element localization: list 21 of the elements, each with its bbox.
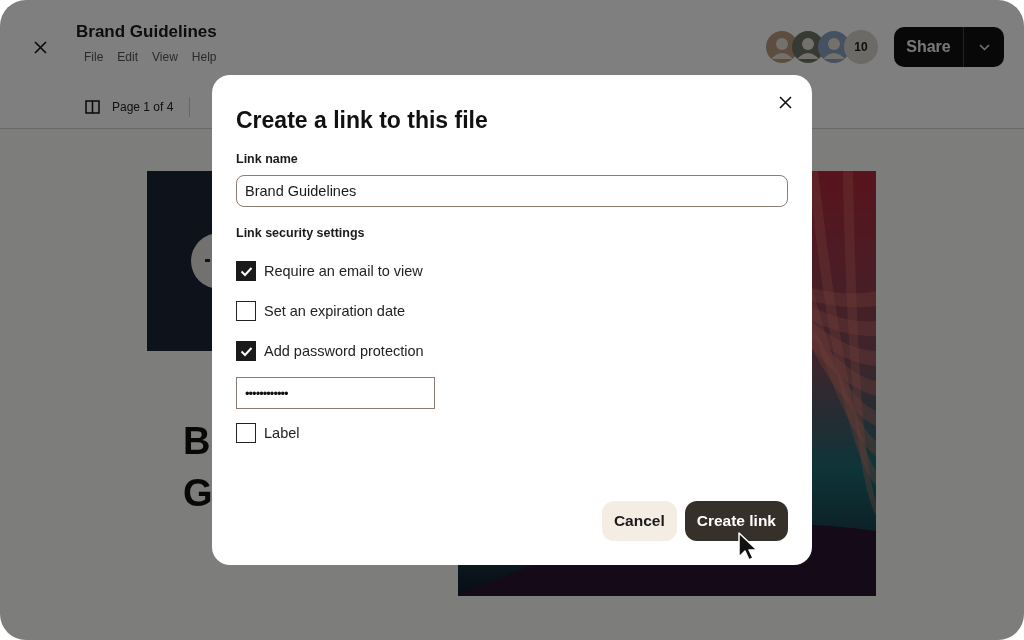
document-title: Brand Guidelines (76, 21, 217, 43)
field-label: Link name (236, 151, 299, 167)
page-indicator: Page 1 of 4 (112, 100, 174, 114)
close-icon (778, 95, 792, 109)
chevron-down-icon (978, 43, 990, 51)
create-link-button[interactable]: Create link (684, 501, 788, 541)
checkbox[interactable] (236, 423, 256, 443)
checkbox-label: Label (264, 425, 300, 441)
document-heading: G (183, 471, 213, 516)
password-field[interactable]: •••••••••••• (236, 377, 435, 409)
menu-item[interactable]: File (84, 50, 104, 64)
menu-item[interactable]: Help (191, 50, 217, 64)
dialog-title: Create a link to this file (236, 106, 489, 135)
menu-item[interactable]: Edit (117, 50, 139, 64)
close-icon (32, 39, 48, 55)
collaborator-count[interactable]: 10 (844, 30, 878, 64)
menu-item[interactable]: View (152, 50, 178, 64)
columns-icon (84, 100, 100, 114)
cancel-button[interactable]: Cancel (601, 501, 677, 541)
document-heading: B (183, 419, 211, 464)
panel-toggle-button[interactable] (84, 99, 100, 115)
